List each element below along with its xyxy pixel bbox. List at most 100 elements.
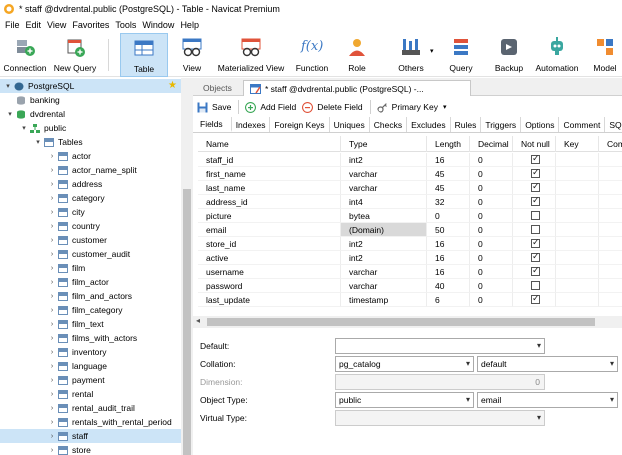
chevron-right-icon[interactable]: ›	[48, 433, 56, 440]
not-null-checkbox[interactable]	[531, 237, 540, 248]
chevron-right-icon[interactable]: ›	[48, 167, 56, 174]
tab-excludes[interactable]: Excludes	[407, 117, 451, 132]
tab-indexes[interactable]: Indexes	[232, 117, 271, 132]
cell-key[interactable]	[556, 181, 599, 195]
cell-name[interactable]: last_name	[198, 181, 341, 195]
chevron-down-icon[interactable]: ▾	[466, 395, 470, 404]
column-header-type[interactable]: Type	[341, 136, 427, 152]
tab-comment[interactable]: Comment	[559, 117, 606, 132]
dimension-input[interactable]: 0	[335, 374, 545, 390]
cell-comment[interactable]	[599, 251, 622, 265]
object-type-select[interactable]: email ▾	[477, 392, 618, 408]
delete-field-button[interactable]: Delete Field	[302, 101, 363, 113]
cell-decimal[interactable]: 0	[470, 153, 513, 167]
tab-options[interactable]: Options	[521, 117, 560, 132]
cell-key[interactable]	[556, 195, 599, 209]
table-row[interactable]: last_name varchar 45 0	[198, 181, 622, 195]
menu-edit[interactable]: Edit	[23, 20, 45, 30]
table-row[interactable]: picture bytea 0 0	[198, 209, 622, 223]
sidebar-scrollbar[interactable]	[181, 78, 193, 455]
not-null-checkbox[interactable]	[531, 251, 540, 262]
others-dropdown-icon[interactable]: ▾	[430, 47, 434, 55]
automation-button[interactable]: Automation	[532, 33, 582, 77]
menu-help[interactable]: Help	[177, 20, 202, 30]
menu-file[interactable]: File	[2, 20, 23, 30]
grid-scrollbar-thumb[interactable]	[207, 318, 595, 326]
tree-table-item[interactable]: › rentals_with_rental_period	[0, 415, 181, 429]
cell-name[interactable]: picture	[198, 209, 341, 223]
chevron-right-icon[interactable]: ›	[48, 391, 56, 398]
cell-type[interactable]: (Domain)	[341, 223, 427, 237]
column-header-key[interactable]: Key	[556, 136, 599, 152]
chevron-right-icon[interactable]: ›	[48, 293, 56, 300]
tab-sql-preview[interactable]: SQL Pre	[605, 117, 622, 132]
sidebar-scrollbar-thumb[interactable]	[183, 189, 191, 455]
role-button[interactable]: Role	[340, 33, 374, 77]
chevron-down-icon[interactable]: ▾	[6, 110, 14, 118]
tab-staff-design[interactable]: * staff @dvdrental.public (PostgreSQL) -…	[243, 80, 471, 96]
tab-rules[interactable]: Rules	[451, 117, 482, 132]
chevron-right-icon[interactable]: ›	[48, 279, 56, 286]
cell-type[interactable]: timestamp	[341, 293, 427, 307]
cell-key[interactable]	[556, 237, 599, 251]
query-button[interactable]: Query	[444, 33, 478, 77]
tree-table-item[interactable]: › inventory	[0, 345, 181, 359]
cell-key[interactable]	[556, 223, 599, 237]
chevron-right-icon[interactable]: ›	[48, 349, 56, 356]
collation-schema-select[interactable]: pg_catalog ▾	[335, 356, 474, 372]
cell-decimal[interactable]: 0	[470, 209, 513, 223]
cell-key[interactable]	[556, 167, 599, 181]
table-row[interactable]: staff_id int2 16 0	[198, 153, 622, 167]
table-row[interactable]: first_name varchar 45 0	[198, 167, 622, 181]
tree-table-item[interactable]: › actor_name_split	[0, 163, 181, 177]
column-header-not-null[interactable]: Not null	[513, 136, 556, 152]
tree-table-item[interactable]: › country	[0, 219, 181, 233]
tree-table-item[interactable]: › actor	[0, 149, 181, 163]
tab-uniques[interactable]: Uniques	[330, 117, 370, 132]
not-null-checkbox[interactable]	[531, 181, 540, 192]
chevron-right-icon[interactable]: ›	[48, 405, 56, 412]
chevron-down-icon[interactable]: ▾	[537, 413, 541, 422]
cell-decimal[interactable]: 0	[470, 167, 513, 181]
cell-decimal[interactable]: 0	[470, 251, 513, 265]
cell-comment[interactable]	[599, 167, 622, 181]
chevron-right-icon[interactable]: ›	[48, 447, 56, 454]
cell-comment[interactable]	[599, 237, 622, 251]
cell-length[interactable]: 16	[427, 153, 470, 167]
cell-length[interactable]: 50	[427, 223, 470, 237]
cell-decimal[interactable]: 0	[470, 237, 513, 251]
not-null-checkbox[interactable]	[531, 195, 540, 206]
tree-table-item[interactable]: › film	[0, 261, 181, 275]
cell-comment[interactable]	[599, 181, 622, 195]
cell-length[interactable]: 40	[427, 279, 470, 293]
chevron-right-icon[interactable]: ›	[48, 195, 56, 202]
chevron-down-icon[interactable]: ▾	[443, 103, 447, 111]
collation-select[interactable]: default ▾	[477, 356, 618, 372]
cell-name[interactable]: first_name	[198, 167, 341, 181]
cell-length[interactable]: 6	[427, 293, 470, 307]
table-row[interactable]: username varchar 16 0	[198, 265, 622, 279]
tab-objects[interactable]: Objects	[197, 80, 243, 96]
table-row[interactable]: store_id int2 16 0	[198, 237, 622, 251]
tree-table-item[interactable]: › address	[0, 177, 181, 191]
tree-table-item[interactable]: › rental_audit_trail	[0, 401, 181, 415]
tree-table-item[interactable]: › film_and_actors	[0, 289, 181, 303]
tree-table-item[interactable]: › customer	[0, 233, 181, 247]
cell-decimal[interactable]: 0	[470, 293, 513, 307]
cell-comment[interactable]	[599, 265, 622, 279]
menu-tools[interactable]: Tools	[112, 20, 139, 30]
table-row[interactable]: address_id int4 32 0	[198, 195, 622, 209]
tree-table-item[interactable]: › store	[0, 443, 181, 455]
tree-table-item[interactable]: › films_with_actors	[0, 331, 181, 345]
chevron-right-icon[interactable]: ›	[48, 307, 56, 314]
cell-length[interactable]: 45	[427, 181, 470, 195]
chevron-down-icon[interactable]: ▾	[466, 359, 470, 368]
cell-comment[interactable]	[599, 223, 622, 237]
default-select[interactable]: ▾	[335, 338, 545, 354]
table-row[interactable]: email (Domain) 50 0	[198, 223, 622, 237]
cell-key[interactable]	[556, 265, 599, 279]
cell-comment[interactable]	[599, 209, 622, 223]
table-row[interactable]: last_update timestamp 6 0	[198, 293, 622, 307]
cell-type[interactable]: varchar	[341, 279, 427, 293]
cell-type[interactable]: int2	[341, 251, 427, 265]
